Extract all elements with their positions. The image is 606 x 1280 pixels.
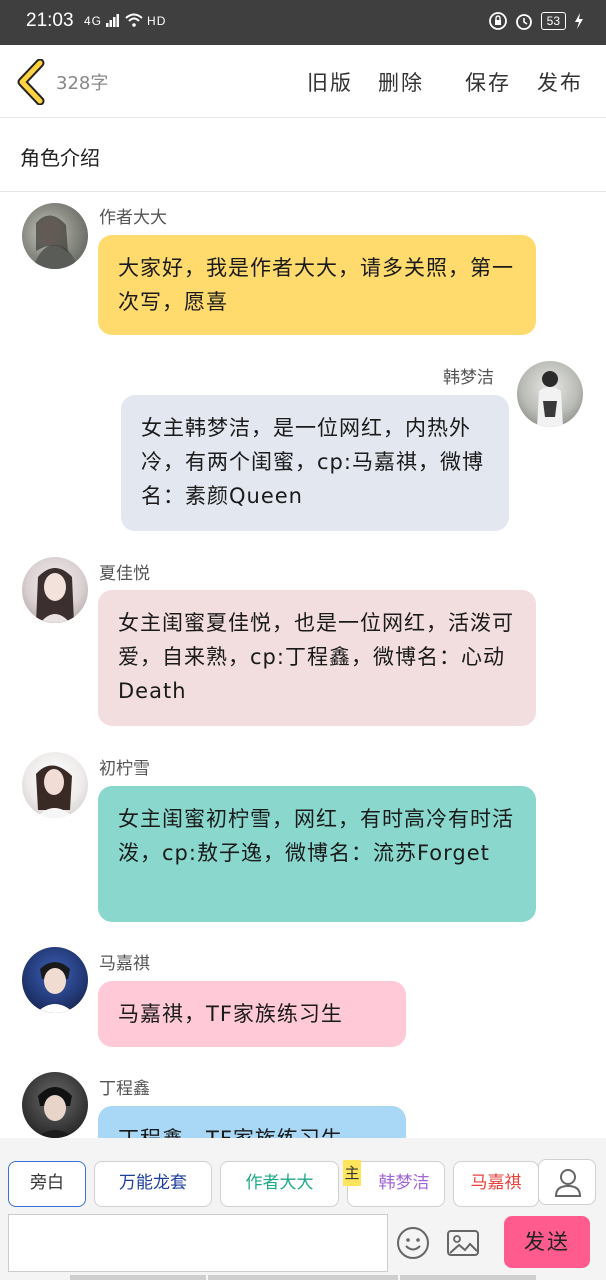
message-bubble[interactable]: 丁程鑫，TF家族练习生	[98, 1106, 406, 1138]
tab-author[interactable]: 作者大大	[220, 1161, 339, 1207]
avatar[interactable]	[22, 947, 88, 1013]
avatar-image	[36, 962, 74, 1013]
nav-indicator	[400, 1275, 536, 1280]
message-bubble[interactable]: 大家好，我是作者大大，请多关照，第一次写，愿喜	[98, 235, 536, 335]
network-indicator: 4G HD	[84, 13, 166, 28]
send-button[interactable]: 发送	[504, 1216, 590, 1268]
smiley-icon	[397, 1227, 429, 1259]
avatar-image	[32, 215, 78, 269]
avatar[interactable]	[22, 1072, 88, 1138]
avatar[interactable]	[517, 361, 583, 427]
section-title: 角色介绍	[20, 146, 100, 170]
image-button[interactable]	[446, 1226, 480, 1260]
main-role-badge: 主	[343, 1160, 361, 1186]
save-button[interactable]: 保存	[465, 67, 511, 97]
old-version-button[interactable]: 旧版	[307, 67, 353, 97]
section-header: 角色介绍	[0, 118, 606, 192]
signal-icon	[106, 14, 120, 27]
nav-indicator	[70, 1275, 206, 1280]
emoji-button[interactable]	[396, 1226, 430, 1260]
message-bubble[interactable]: 女主闺蜜夏佳悦，也是一位网红，活泼可爱，自来熟，cp:丁程鑫，微博名：心动Dea…	[98, 590, 536, 726]
hd-label: HD	[147, 14, 167, 28]
tab-han-mengjie[interactable]: 韩梦洁	[347, 1161, 445, 1207]
chat-list[interactable]: 作者大大 大家好，我是作者大大，请多关照，第一次写，愿喜 韩梦洁 女主韩梦洁，是…	[0, 193, 606, 1138]
avatar[interactable]	[22, 203, 88, 269]
sender-name: 初柠雪	[99, 759, 150, 779]
avatar[interactable]	[22, 557, 88, 623]
sender-name: 夏佳悦	[99, 564, 150, 584]
sender-name: 马嘉祺	[99, 954, 150, 974]
message-input[interactable]	[8, 1214, 388, 1272]
alarm-icon	[515, 14, 532, 30]
avatar-image	[537, 371, 563, 427]
character-manager-button[interactable]	[538, 1159, 596, 1205]
battery-level: 53	[540, 12, 566, 30]
status-bar: 21:03 4G HD 53	[0, 0, 606, 45]
back-button[interactable]	[14, 58, 50, 106]
message-bubble[interactable]: 女主闺蜜初柠雪，网红，有时高冷有时活泼，cp:敖子逸，微博名：流苏Forget	[98, 786, 536, 922]
input-bar: 发送	[0, 1210, 606, 1280]
tab-narrator[interactable]: 旁白	[8, 1161, 86, 1207]
delete-button[interactable]: 删除	[378, 67, 424, 97]
charging-icon	[575, 13, 583, 29]
person-icon	[554, 1169, 582, 1197]
chevron-left-icon	[17, 58, 45, 106]
network-label: 4G	[84, 14, 103, 28]
avatar-image	[36, 765, 74, 818]
status-time: 21:03	[26, 10, 74, 31]
tab-ma-jiaqi[interactable]: 马嘉祺	[453, 1161, 539, 1207]
lock-rotation-icon	[488, 12, 507, 30]
top-bar: 328字 旧版 删除 保存 发布	[0, 45, 606, 118]
avatar[interactable]	[22, 752, 88, 818]
word-count: 328字	[56, 73, 109, 94]
avatar-image	[36, 568, 74, 623]
avatar-image	[36, 1087, 74, 1138]
sender-name: 作者大大	[99, 208, 167, 228]
tab-extra[interactable]: 万能龙套	[94, 1161, 212, 1207]
publish-button[interactable]: 发布	[537, 67, 583, 97]
message-bubble[interactable]: 马嘉祺，TF家族练习生	[98, 981, 406, 1047]
wifi-icon	[125, 13, 143, 27]
message-bubble[interactable]: 女主韩梦洁，是一位网红，内热外冷，有两个闺蜜，cp:马嘉祺，微博名：素颜Quee…	[121, 395, 509, 531]
sender-name: 丁程鑫	[99, 1079, 150, 1099]
nav-indicator	[208, 1275, 398, 1280]
sender-name: 韩梦洁	[443, 368, 494, 388]
image-icon	[447, 1230, 479, 1256]
